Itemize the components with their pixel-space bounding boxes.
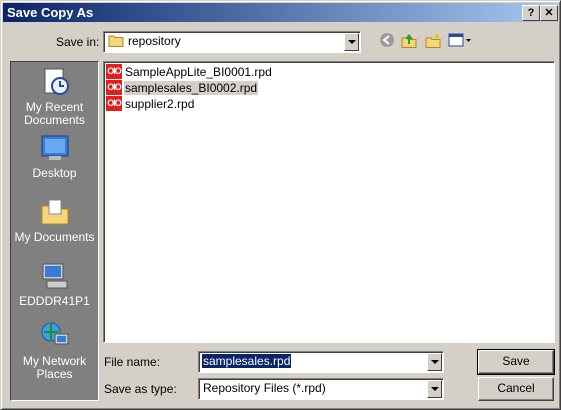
place-recent-documents[interactable]: My Recent Documents: [11, 66, 98, 127]
back-icon[interactable]: [377, 32, 397, 52]
place-label: Desktop: [32, 166, 77, 180]
list-item[interactable]: OIO samplesales_BI0002.rpd: [106, 80, 259, 96]
view-menu-icon[interactable]: [447, 32, 473, 52]
cancel-button[interactable]: Cancel: [478, 377, 554, 401]
place-label: My Recent Documents: [24, 100, 85, 127]
my-documents-icon: [39, 196, 71, 228]
title-bar[interactable]: Save Copy As ? ✕: [3, 3, 558, 22]
place-my-documents[interactable]: My Documents: [11, 196, 98, 244]
place-desktop[interactable]: Desktop: [11, 132, 98, 180]
place-label: My Documents: [14, 230, 95, 244]
help-button[interactable]: ?: [522, 5, 540, 21]
up-folder-icon[interactable]: [399, 32, 419, 52]
places-bar: My Recent Documents Desktop My Documents…: [10, 61, 99, 401]
my-computer-icon: [39, 260, 71, 292]
save-in-label: Save in:: [56, 35, 100, 49]
save-in-dropdown-arrow[interactable]: [344, 33, 359, 51]
save-copy-as-dialog: Save Copy As ? ✕ Save in: repository My …: [0, 0, 561, 410]
save-as-type-value: Repository Files (*.rpd): [203, 381, 326, 395]
rpd-file-icon: OIO: [106, 64, 122, 79]
recent-documents-icon: [39, 66, 71, 98]
rpd-file-icon: OIO: [106, 96, 122, 111]
place-label: My Network Places: [22, 354, 87, 381]
save-button[interactable]: Save: [477, 349, 555, 375]
new-folder-icon[interactable]: [423, 32, 443, 52]
save-as-type-dropdown-arrow[interactable]: [427, 380, 442, 398]
file-list[interactable]: OIO SampleAppLite_BI0001.rpd OIO samplesal…: [103, 61, 555, 343]
save-in-value: repository: [108, 34, 181, 48]
save-in-dropdown[interactable]: repository: [103, 31, 361, 53]
file-name-field[interactable]: samplesales.rpd: [198, 351, 444, 373]
file-name-value: samplesales.rpd: [202, 354, 292, 368]
folder-icon: [108, 35, 124, 47]
list-item[interactable]: OIO supplier2.rpd: [106, 96, 195, 112]
file-name-label: File name:: [104, 355, 161, 369]
place-network[interactable]: My Network Places: [11, 320, 98, 381]
save-as-type-dropdown[interactable]: Repository Files (*.rpd): [198, 378, 444, 400]
place-label: EDDDR41P1: [19, 294, 90, 308]
network-places-icon: [39, 320, 71, 352]
close-button[interactable]: ✕: [540, 5, 558, 21]
dialog-title: Save Copy As: [7, 5, 94, 20]
place-my-computer[interactable]: EDDDR41P1: [11, 260, 98, 308]
file-name-dropdown-arrow[interactable]: [427, 353, 442, 371]
save-as-type-label: Save as type:: [104, 382, 177, 396]
rpd-file-icon: OIO: [106, 80, 122, 95]
desktop-icon: [39, 132, 71, 164]
list-item[interactable]: OIO SampleAppLite_BI0001.rpd: [106, 64, 273, 80]
